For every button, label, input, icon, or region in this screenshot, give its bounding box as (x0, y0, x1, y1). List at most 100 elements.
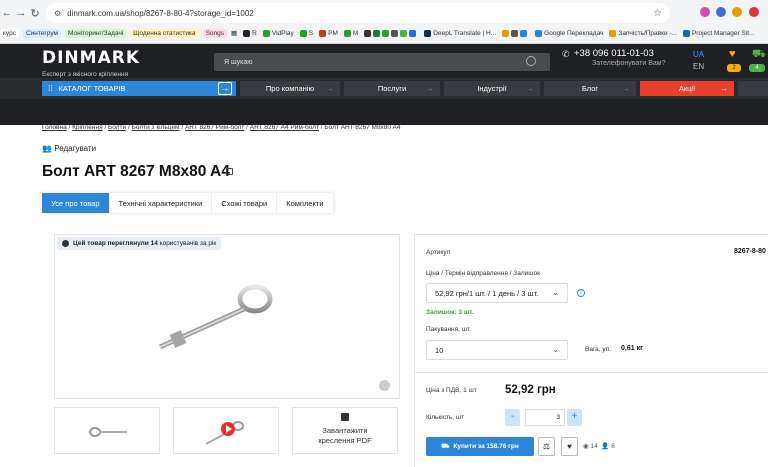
catalog-button[interactable]: ⁞⁞ КАТАЛОГ ТОВАРІВ → (42, 81, 236, 96)
chevron-down-icon: ⌄ (552, 345, 559, 354)
bookmark-item[interactable]: Google Перекладач (535, 29, 603, 37)
menu-item-blog[interactable]: Блог → (544, 81, 636, 96)
eye-icon (62, 240, 69, 247)
viewed-badge: Цей товар переглянули 14 користувачів за… (57, 237, 222, 250)
bookmark-item[interactable]: M (343, 29, 358, 37)
bookmark-item[interactable]: PM (319, 29, 338, 37)
bookmark-item[interactable]: Songs (202, 28, 227, 38)
bookmark-star-icon[interactable]: ☆ (653, 8, 662, 19)
buy-button[interactable]: ⛟ Купити за 158.76 грн (426, 437, 534, 456)
article-label: Артикул (426, 249, 451, 256)
address-bar[interactable]: ⚙ dinmark.com.ua/shop/8267-8-80-4?storag… (46, 3, 670, 23)
bookmark-item[interactable]: R (243, 29, 257, 37)
lang-en[interactable]: EN (693, 62, 704, 71)
tab-all-about[interactable]: Усе про товар (42, 193, 110, 213)
breadcrumb-current: Болт ART 8267 M8x80 A4 (324, 124, 401, 131)
browser-chrome: ← → ↻ ⚙ dinmark.com.ua/shop/8267-8-80-4?… (0, 0, 768, 44)
info-icon[interactable]: i (577, 289, 585, 297)
price-value: 52,92 грн (505, 384, 556, 396)
url-text: dinmark.com.ua/shop/8267-8-80-4?storage_… (67, 8, 254, 18)
bookmark-item[interactable]: курс (0, 28, 19, 38)
bookmark-item[interactable]: DeepL Translate | Н... (424, 29, 496, 37)
breadcrumb-link[interactable]: Болти з кільцем (132, 124, 180, 131)
quantity-label: Кількість, шт (426, 414, 465, 421)
extension-icon[interactable] (732, 7, 742, 17)
menu-more[interactable] (738, 81, 768, 96)
site-logo[interactable]: DINMARK (42, 48, 140, 68)
price-option-value: 52,92 грн/1 шт. / 1 день / 3 шт. (435, 288, 539, 298)
price-term-label: Ціна / Термін відправлення / Залишок (426, 270, 540, 277)
breadcrumb-link[interactable]: ART 8267 Рим-болт (185, 124, 244, 131)
cart-icon[interactable]: ⛟ (752, 48, 766, 62)
breadcrumb-link[interactable]: Болти (108, 124, 126, 131)
bookmark-item[interactable]: Щоденна статистика (130, 28, 199, 38)
bookmark-item[interactable]: Project Manager Sit... (682, 29, 754, 37)
quantity-input[interactable]: 3 (525, 409, 565, 426)
pdf-download-label: Завантажити креслення PDF (292, 426, 398, 446)
extension-icon[interactable] (749, 7, 759, 17)
bookmark-item[interactable]: S (299, 29, 313, 37)
menu-item-industries[interactable]: Індустрії → (444, 81, 540, 96)
phone-number[interactable]: +38 096 011-01-03 (574, 48, 654, 59)
menu-item-label: Індустрії (477, 84, 507, 93)
edit-link[interactable]: 👥 Редагувати (42, 144, 96, 153)
tab-specs[interactable]: Технічні характеристики (109, 193, 213, 213)
search-icon[interactable] (526, 56, 536, 66)
extension-icon[interactable] (716, 7, 726, 17)
arrow-right-icon: → (526, 84, 534, 93)
lang-ua[interactable]: UA (693, 50, 704, 59)
copy-icon[interactable] (226, 168, 233, 175)
site-tagline: Експерт з якісного кріплення (42, 71, 129, 78)
menu-item-label: Акції (678, 84, 696, 93)
chevron-down-icon: ⌄ (552, 288, 559, 297)
bookmark-item[interactable]: Запчість/Правки -... (609, 29, 677, 37)
site-info-icon[interactable]: ⚙ (54, 9, 61, 18)
menu-item-label: Про компанію (265, 84, 315, 93)
arrow-right-icon: → (218, 82, 232, 95)
thumbnail-1[interactable] (54, 407, 160, 454)
arrow-right-icon: → (426, 84, 434, 93)
apps-grid-icon[interactable]: ▦ (231, 29, 237, 37)
users-edit-icon: 👥 (42, 144, 52, 153)
breadcrumb-link[interactable]: Головна (42, 124, 67, 131)
bookmark-item[interactable]: VidPlay (262, 29, 294, 37)
download-icon (341, 413, 349, 421)
quantity-increase-button[interactable]: + (567, 409, 582, 426)
page-title: Болт ART 8267 M8x80 A4 (42, 163, 230, 180)
catalog-label: КАТАЛОГ ТОВАРІВ (58, 84, 126, 93)
weight-value: 0,61 кг (621, 345, 643, 352)
wishlist-icon[interactable]: ♥ (729, 48, 736, 60)
play-icon[interactable] (221, 422, 235, 436)
menu-item-label: Блог (581, 84, 599, 93)
back-icon[interactable]: ← (0, 7, 14, 19)
stock-status: Залишок: 3 шт. (426, 309, 474, 316)
menu-item-label: Послуги (377, 84, 407, 93)
quantity-decrease-button[interactable]: - (505, 409, 520, 426)
tab-similar[interactable]: Схожі товари (212, 193, 278, 213)
search-input[interactable] (214, 53, 514, 71)
menu-item-services[interactable]: Послуги → (344, 81, 440, 96)
edit-label: Редагувати (54, 144, 97, 153)
pack-value: 10 (435, 345, 444, 355)
compare-button[interactable]: ⚖ (538, 437, 555, 456)
pack-select[interactable]: 10 ⌄ (426, 340, 568, 360)
menu-item-promotions[interactable]: Акції → (640, 81, 734, 96)
product-image[interactable] (150, 275, 290, 355)
menu-item-about[interactable]: Про компанію → (240, 81, 340, 96)
extension-icon[interactable] (700, 7, 710, 17)
pdf-label-line1: Завантажити (322, 426, 368, 435)
breadcrumb-link[interactable]: Кріплення (72, 124, 102, 131)
callback-link[interactable]: Зателефонувати Вам? (592, 60, 665, 67)
pdf-label-line2: креслення PDF (318, 436, 372, 445)
bookmark-icon[interactable] (502, 29, 529, 37)
breadcrumb-link[interactable]: ART 8267 А4 Рим-болт (250, 124, 319, 131)
bookmark-item[interactable]: Синтегрум (22, 28, 61, 38)
zoom-icon[interactable] (379, 380, 390, 391)
bookmark-icon[interactable] (364, 29, 418, 37)
wishlist-button[interactable]: ♥ (561, 437, 578, 456)
price-option-select[interactable]: 52,92 грн/1 шт. / 1 день / 3 шт. ⌄ (426, 283, 568, 303)
bookmark-item[interactable]: Моніторинг/Задачі (64, 28, 127, 38)
tab-kits[interactable]: Комплекти (277, 193, 334, 213)
forward-icon[interactable]: → (14, 7, 28, 19)
reload-icon[interactable]: ↻ (28, 7, 42, 20)
